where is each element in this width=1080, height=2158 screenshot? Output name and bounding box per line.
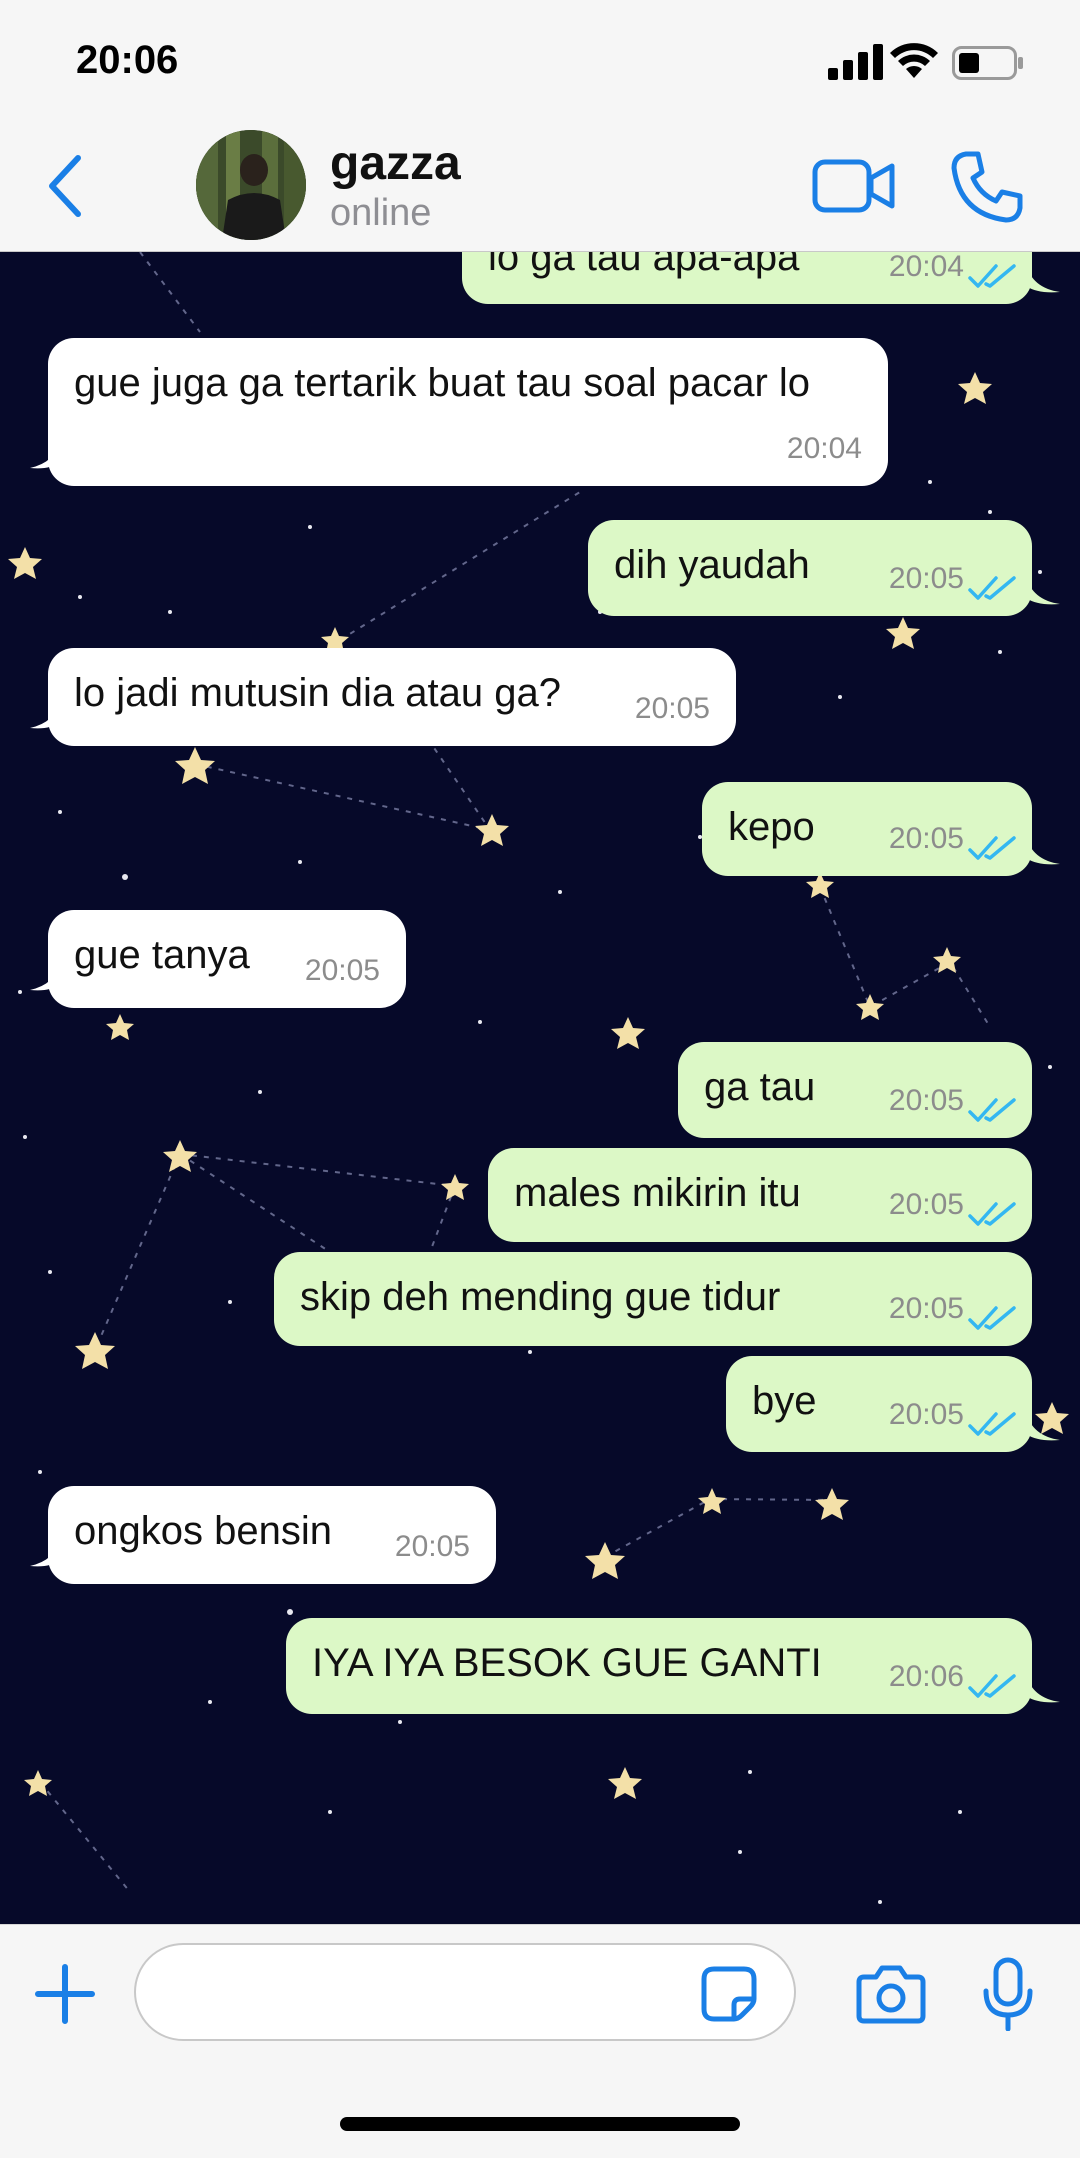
microphone-icon[interactable] (982, 1957, 1034, 2031)
battery-icon (952, 46, 1023, 80)
home-indicator (340, 2117, 740, 2131)
bubble-tail (30, 700, 60, 729)
bubble-tail (1026, 836, 1060, 865)
message-time: 20:05 (888, 1084, 964, 1117)
message-text: skip deh mending gue tidur (300, 1275, 781, 1319)
message-outgoing[interactable]: ga tau 20:05 (678, 1042, 1032, 1138)
message-outgoing[interactable]: lo ga tau apa-apa 20:04 (462, 252, 1060, 304)
sticker-icon[interactable] (700, 1965, 758, 2023)
message-text: gue tanya (74, 933, 250, 977)
message-time: 20:06 (888, 1660, 964, 1693)
message-text: lo jadi mutusin dia atau ga? (74, 671, 561, 715)
message-incoming[interactable]: lo jadi mutusin dia atau ga? 20:05 (30, 648, 736, 746)
message-time: 20:05 (888, 562, 964, 595)
message-time: 20:05 (634, 692, 710, 725)
message-incoming[interactable]: gue tanya 20:05 (30, 910, 406, 1008)
double-check-icon (968, 1202, 1016, 1226)
chat-header: gazza online (0, 120, 1080, 252)
message-time: 20:05 (394, 1530, 470, 1563)
bubble-tail (1026, 1674, 1060, 1703)
phone-icon[interactable] (950, 150, 1024, 224)
plus-icon[interactable] (34, 1963, 96, 2025)
contact-status: online (330, 192, 432, 234)
message-input[interactable] (134, 1943, 796, 2041)
message-outgoing[interactable]: skip deh mending gue tidur 20:05 (274, 1252, 1032, 1346)
bubble-tail (1026, 264, 1060, 293)
camera-icon[interactable] (856, 1963, 926, 2025)
bubble-tail (1026, 576, 1060, 605)
double-check-icon (968, 1098, 1016, 1122)
message-text: males mikirin itu (514, 1171, 801, 1215)
message-outgoing[interactable]: dih yaudah 20:05 (588, 520, 1060, 616)
video-camera-icon[interactable] (812, 156, 896, 216)
message-outgoing[interactable]: males mikirin itu 20:05 (488, 1148, 1032, 1242)
message-text: dih yaudah (614, 543, 810, 587)
message-text: ongkos bensin (74, 1509, 332, 1553)
avatar[interactable] (196, 130, 306, 240)
message-time: 20:05 (888, 1398, 964, 1431)
bubble-tail (1026, 1412, 1060, 1441)
message-time: 20:05 (304, 954, 380, 987)
message-incoming[interactable]: gue juga ga tertarik buat tau soal pacar… (30, 338, 888, 486)
message-text: IYA IYA BESOK GUE GANTI (312, 1641, 822, 1685)
message-outgoing[interactable]: kepo 20:05 (702, 782, 1060, 876)
message-text: gue juga ga tertarik buat tau soal pacar… (74, 361, 811, 405)
chevron-left-icon[interactable] (40, 150, 88, 222)
double-check-icon (968, 1674, 1016, 1698)
bubble-tail (30, 1538, 60, 1567)
cellular-signal-icon (828, 44, 883, 80)
contact-name[interactable]: gazza (330, 136, 461, 191)
double-check-icon (968, 576, 1016, 600)
double-check-icon (968, 1306, 1016, 1330)
double-check-icon (968, 1412, 1016, 1436)
message-time: 20:05 (888, 822, 964, 855)
message-time: 20:05 (888, 1188, 964, 1221)
double-check-icon (968, 836, 1016, 860)
message-text: kepo (728, 805, 815, 849)
status-bar: 20:06 (0, 0, 1080, 120)
message-time: 20:05 (888, 1292, 964, 1325)
message-time: 20:04 (888, 252, 964, 283)
message-time: 20:04 (786, 432, 862, 465)
double-check-icon (968, 264, 1016, 288)
message-outgoing[interactable]: bye 20:05 (726, 1356, 1060, 1452)
message-incoming[interactable]: ongkos bensin 20:05 (30, 1486, 496, 1584)
message-text: ga tau (704, 1065, 816, 1109)
chat-area[interactable]: lo ga tau apa-apa 20:04 gue juga ga tert… (0, 252, 1080, 1924)
status-time: 20:06 (76, 38, 179, 82)
message-outgoing[interactable]: IYA IYA BESOK GUE GANTI 20:06 (286, 1618, 1060, 1714)
wifi-icon (890, 43, 938, 78)
message-text: lo ga tau apa-apa (488, 252, 800, 279)
input-bar (0, 1924, 1080, 2158)
bubble-tail (30, 962, 60, 991)
bubble-tail (30, 440, 60, 469)
message-text: bye (752, 1379, 817, 1423)
